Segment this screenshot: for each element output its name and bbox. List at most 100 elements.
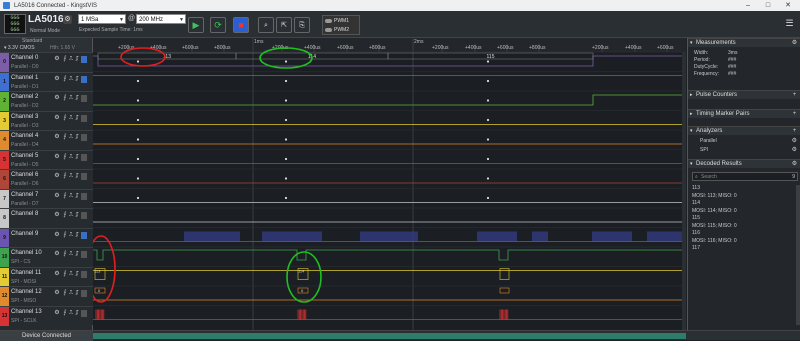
analyzer-icon[interactable] [81, 56, 87, 63]
decoded-list[interactable]: 113 MOSI: 113; MISO: 0 114 MOSI: 114; MISO:… [692, 185, 798, 253]
channel-row[interactable]: 9 Channel 9 ⚙ ⨍ ⎍ ⎎ [0, 227, 93, 248]
channel-name[interactable]: Channel 4 [11, 133, 38, 139]
gear-icon[interactable]: ⚙ [792, 137, 797, 144]
repeat-button[interactable]: ⟳ [210, 17, 226, 33]
channel-name[interactable]: Channel 3 [11, 114, 38, 120]
add-icon[interactable]: + [791, 92, 798, 99]
gear-icon[interactable]: ⚙ [54, 212, 60, 219]
analyzer-icon[interactable] [81, 75, 87, 83]
gear-icon[interactable]: ⚙ [54, 95, 60, 102]
minimize-button[interactable]: – [740, 0, 756, 11]
channel-name[interactable]: Channel 8 [11, 211, 38, 217]
trigger-falling-icon[interactable]: ⎎ [74, 310, 80, 317]
trigger-falling-icon[interactable]: ⎎ [74, 115, 80, 122]
scrollbar[interactable] [796, 185, 800, 325]
gear-icon[interactable]: ⚙ [54, 56, 60, 63]
gear-icon[interactable]: ⚙ [54, 193, 60, 200]
channel-row[interactable]: 7 Channel 7 Parallel - D7 ⚙ ⨍ ⎍ ⎎ [0, 188, 93, 209]
cursor-button[interactable]: ⇱ [276, 17, 292, 33]
analyzer-icon[interactable] [81, 290, 87, 297]
decoded-results-header[interactable]: ▾ Decoded Results ⚙ [688, 159, 800, 168]
analyzer-icon[interactable] [81, 270, 87, 278]
gear-icon[interactable]: ⚙ [54, 310, 60, 317]
start-button[interactable]: ▶ [188, 17, 204, 33]
analyzer-parallel[interactable]: Parallel [700, 138, 717, 144]
gear-icon[interactable]: ⚙ [54, 76, 60, 83]
add-icon[interactable]: + [791, 128, 798, 135]
decoded-row[interactable]: 114 [692, 200, 798, 208]
device-settings-gear-icon[interactable]: ⚙ [63, 15, 72, 24]
analyzer-icon[interactable] [81, 192, 87, 200]
analyzers-header[interactable]: ▾ Analyzers + [688, 126, 800, 135]
channel-row[interactable]: 4 Channel 4 Parallel - D4 ⚙ ⨍ ⎍ ⎎ [0, 130, 93, 150]
channel-row[interactable]: 5 Channel 5 Parallel - D5 ⚙ ⨍ ⎍ ⎎ [0, 149, 93, 170]
channel-name[interactable]: Channel 7 [11, 192, 38, 198]
gear-icon[interactable]: ⚙ [54, 251, 60, 258]
gear-icon[interactable]: ⚙ [54, 115, 60, 122]
gear-icon[interactable]: ⚙ [792, 146, 797, 153]
zoom-fit-button[interactable]: ⌕ [258, 17, 274, 33]
analyzer-icon[interactable] [81, 251, 87, 258]
trigger-falling-icon[interactable]: ⎎ [74, 154, 80, 161]
sample-depth-select[interactable]: 1 MSa ▼ [78, 14, 126, 24]
channel-name[interactable]: Channel 12 [11, 289, 42, 295]
trigger-falling-icon[interactable]: ⎎ [74, 251, 80, 258]
channel-row[interactable]: 0 Channel 0 Parallel - D0 ⚙ ⨍ ⎍ ⎎ [0, 52, 93, 72]
timing-marker-header[interactable]: ▸ Timing Marker Pairs + [688, 109, 800, 118]
channel-row[interactable]: 11 Channel 11 SPI - MOSI ⚙ ⨍ ⎍ ⎎ [0, 266, 93, 287]
decoded-row[interactable]: 113 [692, 185, 798, 193]
trigger-falling-icon[interactable]: ⎎ [74, 212, 80, 219]
analyzer-icon[interactable] [81, 173, 87, 180]
close-button[interactable]: ✕ [780, 0, 796, 11]
analyzer-icon[interactable] [81, 95, 87, 102]
channel-row[interactable]: 10 Channel 10 SPI - CS ⚙ ⨍ ⎍ ⎎ [0, 247, 93, 267]
decoded-row[interactable]: 117 [692, 245, 798, 253]
standard-toggle[interactable]: Standard [0, 38, 92, 45]
channel-name[interactable]: Channel 1 [11, 75, 38, 81]
pwm2-toggle[interactable]: PWM2 [323, 25, 359, 34]
analyzer-spi[interactable]: SPI [700, 147, 708, 153]
pulse-counters-header[interactable]: ▸ Pulse Counters + [688, 90, 800, 99]
channel-row[interactable]: 2 Channel 2 Parallel - D2 ⚙ ⨍ ⎍ ⎎ [0, 91, 93, 111]
channel-row[interactable]: 6 Channel 6 Parallel - D6 ⚙ ⨍ ⎍ ⎎ [0, 169, 93, 189]
sample-rate-select[interactable]: 200 MHz ▼ [136, 14, 186, 24]
decoded-row[interactable]: MOSI: 114; MISO: 0 [692, 208, 798, 216]
maximize-button[interactable]: □ [760, 0, 776, 11]
gear-icon[interactable]: ⚙ [791, 161, 798, 168]
trigger-falling-icon[interactable]: ⎎ [74, 134, 80, 141]
trigger-falling-icon[interactable]: ⎎ [74, 95, 80, 102]
add-icon[interactable]: + [791, 111, 798, 118]
decoded-row[interactable]: 115 [692, 215, 798, 223]
analyzer-icon[interactable] [81, 212, 87, 219]
channel-name[interactable]: Channel 0 [11, 55, 38, 61]
channel-row[interactable]: 8 Channel 8 ⚙ ⨍ ⎍ ⎎ [0, 208, 93, 228]
pwm1-toggle[interactable]: PWM1 [323, 16, 359, 25]
gear-icon[interactable]: ⚙ [54, 232, 60, 239]
channel-name[interactable]: Channel 2 [11, 94, 38, 100]
menu-icon[interactable]: ☰ [785, 19, 794, 28]
trigger-falling-icon[interactable]: ⎎ [74, 173, 80, 180]
trigger-falling-icon[interactable]: ⎎ [74, 193, 80, 200]
measurements-header[interactable]: ▾ Measurements ⚙ [688, 38, 800, 47]
channel-row[interactable]: 13 Channel 13 SPI - SCLK ⚙ ⨍ ⎍ ⎎ [0, 305, 93, 326]
gear-icon[interactable]: ⚙ [54, 134, 60, 141]
stop-button[interactable]: ■ [233, 17, 249, 33]
channel-name[interactable]: Channel 13 [11, 309, 42, 315]
channel-row[interactable]: 1 Channel 1 Parallel - D1 ⚙ ⨍ ⎍ ⎎ [0, 71, 93, 92]
decoded-row[interactable]: MOSI: 113; MISO: 0 [692, 193, 798, 201]
gear-icon[interactable]: ⚙ [54, 154, 60, 161]
trigger-falling-icon[interactable]: ⎎ [74, 56, 80, 63]
gear-icon[interactable]: ⚙ [54, 173, 60, 180]
decoded-row[interactable]: MOSI: 115; MISO: 0 [692, 223, 798, 231]
threshold-select[interactable]: ▾ 3.3V CMOS Hth: 1.65 V [0, 45, 92, 52]
analyzer-icon[interactable] [81, 153, 87, 161]
channel-name[interactable]: Channel 11 [11, 270, 41, 276]
trigger-falling-icon[interactable]: ⎎ [74, 271, 80, 278]
analyzer-icon[interactable] [81, 134, 87, 141]
channel-name[interactable]: Channel 6 [11, 172, 38, 178]
channel-row[interactable]: 12 Channel 12 SPI - MISO ⚙ ⨍ ⎍ ⎎ [0, 286, 93, 306]
channel-row[interactable]: 3 Channel 3 Parallel - D3 ⚙ ⨍ ⎍ ⎎ [0, 110, 93, 131]
trigger-falling-icon[interactable]: ⎎ [74, 290, 80, 297]
analyzer-icon[interactable] [81, 231, 87, 239]
gear-icon[interactable]: ⚙ [54, 290, 60, 297]
